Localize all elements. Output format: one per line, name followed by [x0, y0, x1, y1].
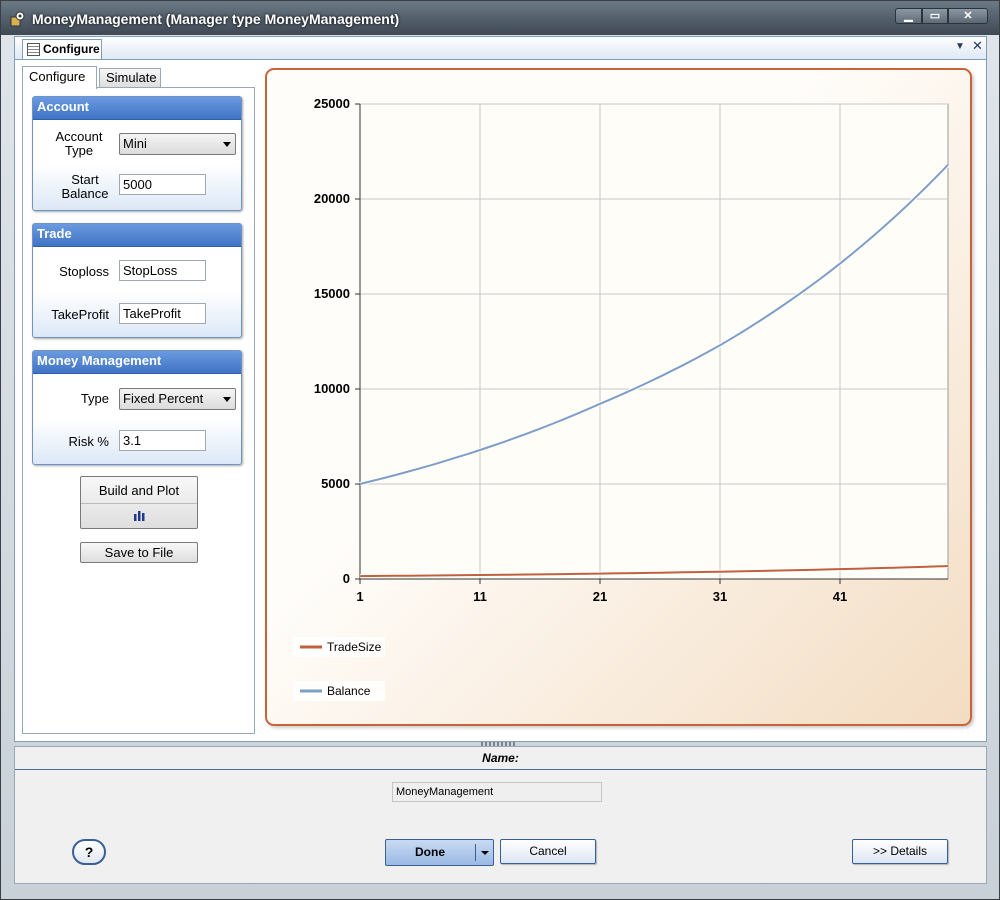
close-tab-icon[interactable]: ✕	[972, 38, 983, 54]
x-tick-label: 1	[356, 589, 363, 604]
close-button[interactable]: ✕	[948, 8, 988, 24]
plot-area	[359, 103, 949, 580]
legend-label: Balance	[327, 684, 371, 698]
account-type-value: Mini	[123, 136, 147, 151]
bar-chart-icon	[134, 511, 145, 521]
build-and-plot-label: Build and Plot	[98, 483, 180, 498]
chevron-down-icon	[223, 142, 231, 147]
y-tick-label: 15000	[314, 286, 350, 301]
y-tick-label: 0	[343, 571, 350, 586]
account-group: Account Account Type Mini Start Balance …	[32, 96, 242, 211]
bottom-panel: Name: MoneyManagement ? Done Cancel >> D…	[14, 746, 987, 884]
account-type-select[interactable]: Mini	[119, 133, 236, 155]
mm-type-label: Type	[80, 391, 109, 406]
title-bar[interactable]: MoneyManagement (Manager type MoneyManag…	[1, 1, 999, 35]
document-tab-label: Configure	[43, 42, 100, 56]
done-label: Done	[415, 845, 445, 859]
save-to-file-button[interactable]: Save to File	[80, 542, 198, 563]
stoploss-input[interactable]: StopLoss	[119, 260, 206, 281]
start-balance-label: Start Balance	[61, 172, 109, 201]
mm-type-value: Fixed Percent	[123, 391, 204, 406]
money-management-group: Money Management Type Fixed Percent Risk…	[32, 350, 242, 465]
window-title: MoneyManagement (Manager type MoneyManag…	[32, 11, 400, 27]
tab-list-dropdown-icon[interactable]: ▼	[955, 41, 965, 52]
done-button[interactable]: Done	[385, 839, 494, 866]
document-area: Configure ▼ ✕ Configure Simulate Account…	[14, 36, 987, 742]
main-window: MoneyManagement (Manager type MoneyManag…	[0, 0, 1000, 900]
name-header: Name:	[15, 747, 986, 770]
takeprofit-label: TakeProfit	[51, 307, 109, 322]
cancel-button[interactable]: Cancel	[500, 839, 596, 864]
trade-group-header: Trade	[33, 224, 241, 247]
document-tab-strip: Configure ▼ ✕	[15, 37, 986, 60]
chart-panel: 0 5000 10000 15000 20000 25000 1 11 21 31 41 TradeS…	[265, 68, 972, 726]
minimize-button[interactable]: ▁	[895, 8, 922, 24]
stoploss-label: Stoploss	[59, 264, 109, 279]
details-button[interactable]: >> Details	[852, 839, 948, 864]
document-tab-configure[interactable]: Configure	[22, 39, 102, 59]
app-icon	[10, 11, 25, 27]
help-button[interactable]: ?	[72, 839, 106, 865]
y-tick-label: 25000	[314, 96, 350, 111]
y-tick-label: 20000	[314, 191, 350, 206]
account-type-label: Account Type	[55, 129, 103, 158]
done-divider	[475, 844, 476, 861]
x-tick-label: 41	[833, 589, 847, 604]
y-tick-label: 10000	[314, 381, 350, 396]
risk-input[interactable]: 3.1	[119, 430, 206, 451]
chevron-down-icon	[223, 397, 231, 402]
settings-panel: Account Account Type Mini Start Balance …	[22, 87, 255, 734]
x-tick-label: 31	[713, 589, 727, 604]
button-divider	[81, 503, 197, 504]
x-tick-label: 21	[593, 589, 607, 604]
form-icon	[27, 43, 40, 56]
risk-label: Risk %	[68, 434, 109, 449]
trade-group: Trade Stoploss StopLoss TakeProfit TakeP…	[32, 223, 242, 338]
dropdown-arrow-icon[interactable]	[481, 851, 489, 855]
maximize-button[interactable]: ▭	[922, 8, 948, 24]
x-tick-label: 11	[473, 589, 487, 604]
tab-simulate[interactable]: Simulate	[99, 68, 161, 88]
y-tick-label: 5000	[321, 476, 350, 491]
build-and-plot-button[interactable]: Build and Plot	[80, 476, 198, 529]
name-input[interactable]: MoneyManagement	[392, 782, 602, 802]
takeprofit-input[interactable]: TakeProfit	[119, 303, 206, 324]
money-management-group-header: Money Management	[33, 351, 241, 374]
line-chart: 05000100001500020000250001 11 21 31 41TradeS…	[293, 96, 950, 701]
start-balance-input[interactable]: 5000	[119, 174, 206, 195]
account-group-header: Account	[33, 97, 241, 120]
legend-label: TradeSize	[327, 640, 382, 654]
mm-type-select[interactable]: Fixed Percent	[119, 388, 236, 410]
tab-configure[interactable]: Configure	[22, 66, 97, 89]
